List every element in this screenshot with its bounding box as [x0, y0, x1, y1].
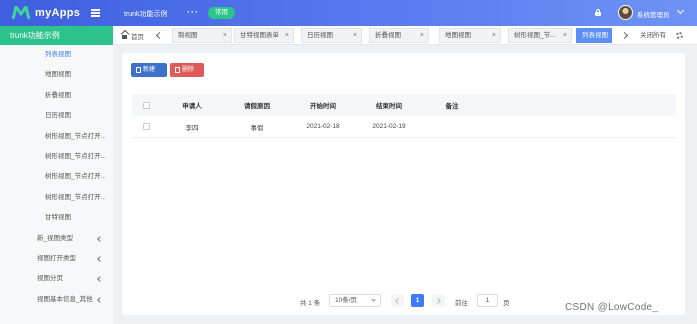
close-icon[interactable]: × — [420, 29, 424, 42]
tab-label: 日历视图 — [307, 32, 333, 39]
sidebar-group-basic-info[interactable]: 视图基本信息_其他 — [0, 290, 113, 310]
select-all-checkbox[interactable] — [142, 101, 150, 109]
table-cell: 事假 — [250, 124, 264, 132]
select-all-cell — [132, 101, 160, 109]
goto-unit-label: 页 — [503, 300, 510, 307]
sidebar-group-pagination[interactable]: 视图分页 — [0, 269, 113, 289]
close-icon[interactable]: × — [563, 29, 567, 42]
table-header: 申请人 请假原因 开始时间 结束时间 备注 — [132, 94, 676, 116]
logo-icon — [12, 6, 30, 20]
sidebar-item-list-view[interactable]: 列表视图 — [0, 45, 113, 65]
page-size-select[interactable]: 10条/页 — [329, 294, 381, 307]
avatar[interactable] — [618, 5, 633, 20]
sidebar-group-label: 新_视图类型 — [37, 234, 74, 242]
chevron-icon — [97, 276, 103, 283]
goto-label: 前往 — [455, 300, 468, 307]
document-icon — [136, 67, 141, 73]
tab-control-view[interactable]: 制视图 × — [172, 28, 232, 43]
tab-fold-view[interactable]: 折叠视图 × — [369, 28, 429, 43]
page-number-current[interactable]: 1 — [411, 294, 424, 307]
next-page-button[interactable] — [432, 294, 445, 307]
table-row[interactable]: 李四 事假 2021-02-18 2021-02-19 — [132, 116, 676, 138]
sidebar: trunk功能示例 列表视图 地图视图 折叠视图 日历视图 树形视图_节点打开.… — [0, 26, 113, 324]
sidebar-group-view-types[interactable]: 新_视图类型 — [0, 229, 113, 249]
sidebar-item-fold-view[interactable]: 折叠视图 — [0, 86, 113, 106]
chevron-icon — [97, 296, 103, 303]
app-name: myApps — [35, 7, 81, 19]
page-size-value: 10条/页 — [335, 297, 358, 304]
table-cell: 2021-02-19 — [372, 123, 406, 130]
favorites-badge[interactable]: 常用 — [208, 7, 235, 19]
sidebar-group-label: 视图分页 — [37, 275, 63, 283]
table-cell: 2021-02-18 — [306, 123, 340, 130]
top-bar: myApps trunk功能示例 ··· 常用 系统管理员 — [0, 0, 697, 26]
sidebar-item-tree-view-2[interactable]: 树形视图_节点打开... — [0, 147, 113, 167]
tab-label: 列表视图 — [582, 32, 608, 39]
module-title[interactable]: trunk功能示例 — [124, 9, 168, 19]
chevron-down-icon[interactable] — [676, 6, 685, 15]
app-logo[interactable]: myApps — [12, 5, 80, 21]
row-checkbox[interactable] — [142, 123, 150, 130]
column-header[interactable]: 申请人 — [160, 100, 224, 110]
close-icon[interactable]: × — [223, 29, 227, 42]
close-icon[interactable]: × — [285, 29, 289, 42]
chevron-down-icon — [371, 297, 376, 302]
sidebar-item-map-view[interactable]: 地图视图 — [0, 65, 113, 85]
close-all-tabs-button[interactable]: 关闭所有 — [640, 26, 666, 45]
delete-button-label: 删除 — [182, 67, 195, 73]
new-button[interactable]: 新建 — [131, 63, 167, 77]
sidebar-item-tree-view-3[interactable]: 树形视图_节点打开... — [0, 167, 113, 187]
sidebar-group-label: 视图基本信息_其他 — [37, 295, 93, 303]
chevron-icon — [97, 256, 103, 262]
sidebar-title[interactable]: trunk功能示例 — [0, 26, 113, 45]
watermark-text: CSDN @LowCode_ — [565, 302, 659, 313]
lock-icon[interactable] — [595, 9, 601, 16]
close-icon[interactable]: × — [492, 29, 496, 42]
delete-button[interactable]: 删除 — [170, 63, 204, 77]
close-icon[interactable]: × — [353, 29, 357, 42]
tabs-scroll-right-icon[interactable] — [620, 31, 629, 40]
goto-page-input[interactable]: 1 — [477, 294, 498, 307]
tab-label: 甘特视图表单 — [240, 32, 279, 39]
tabs-scroll-left-icon[interactable] — [155, 31, 164, 40]
column-header[interactable]: 开始时间 — [290, 100, 356, 110]
chevron-icon — [97, 235, 103, 242]
column-header[interactable]: 备注 — [422, 100, 482, 110]
home-icon — [121, 33, 128, 39]
tab-label: 制视图 — [178, 32, 198, 39]
tab-label: 地图视图 — [445, 32, 471, 39]
pagination-total: 共 1 条 — [300, 300, 321, 307]
table-cell: 李四 — [185, 124, 199, 132]
prev-page-button[interactable] — [391, 294, 404, 307]
tab-gantt-form[interactable]: 甘特视图表单 × — [234, 28, 294, 43]
tab-label: 折叠视图 — [375, 32, 401, 39]
new-button-label: 新建 — [143, 67, 156, 73]
tab-home[interactable]: 首页 — [121, 26, 144, 45]
more-menu-button[interactable]: ··· — [187, 7, 199, 17]
column-header[interactable]: 结束时间 — [356, 100, 422, 110]
tab-home-label: 首页 — [131, 33, 144, 41]
content-panel: 新建 删除 申请人 请假原因 开始时间 结束时间 备注 李四 事假 2021-0… — [122, 53, 685, 315]
sidebar-group-label: 视图打开类型 — [37, 254, 76, 262]
tab-map-view[interactable]: 地图视图 × — [439, 28, 501, 43]
tab-label: 树形视图_节... — [514, 32, 556, 39]
data-table: 申请人 请假原因 开始时间 结束时间 备注 李四 事假 2021-02-18 2… — [132, 94, 676, 138]
menu-toggle-icon[interactable] — [91, 9, 100, 17]
sidebar-group-open-types[interactable]: 视图打开类型 — [0, 249, 113, 269]
sidebar-item-calendar-view[interactable]: 日历视图 — [0, 106, 113, 126]
tab-tree-view[interactable]: 树形视图_节... × — [508, 28, 572, 43]
trash-icon — [175, 67, 180, 73]
sidebar-item-gantt-view[interactable]: 甘特视图 — [0, 208, 113, 228]
sidebar-item-tree-view-1[interactable]: 树形视图_节点打开... — [0, 127, 113, 147]
column-header[interactable]: 请假原因 — [224, 100, 290, 110]
tab-calendar-view[interactable]: 日历视图 × — [301, 28, 362, 43]
row-select-cell — [132, 123, 160, 130]
gear-icon[interactable] — [676, 32, 683, 39]
sidebar-item-tree-view-4[interactable]: 树形视图_节点打开... — [0, 188, 113, 208]
tab-list-view[interactable]: 列表视图 — [576, 28, 612, 43]
user-name[interactable]: 系统管理员 — [637, 9, 670, 19]
tabs-bar: 首页 制视图 × 甘特视图表单 × 日历视图 × 折叠视图 × 地图视图 × 树形视图_节… — [113, 26, 697, 45]
